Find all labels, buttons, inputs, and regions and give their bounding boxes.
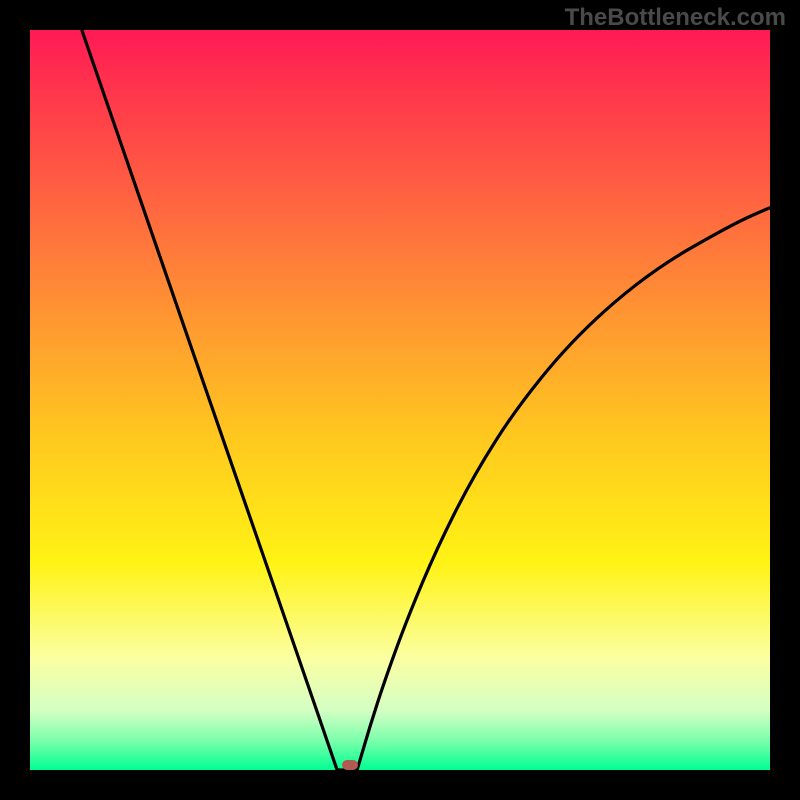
bottleneck-curve-left (82, 30, 337, 770)
watermark-text: TheBottleneck.com (565, 4, 786, 32)
bottleneck-curve-right (357, 208, 770, 770)
plot-area (30, 30, 770, 770)
optimum-marker (342, 760, 358, 770)
chart-frame: TheBottleneck.com (0, 0, 800, 800)
curve-layer (30, 30, 770, 770)
